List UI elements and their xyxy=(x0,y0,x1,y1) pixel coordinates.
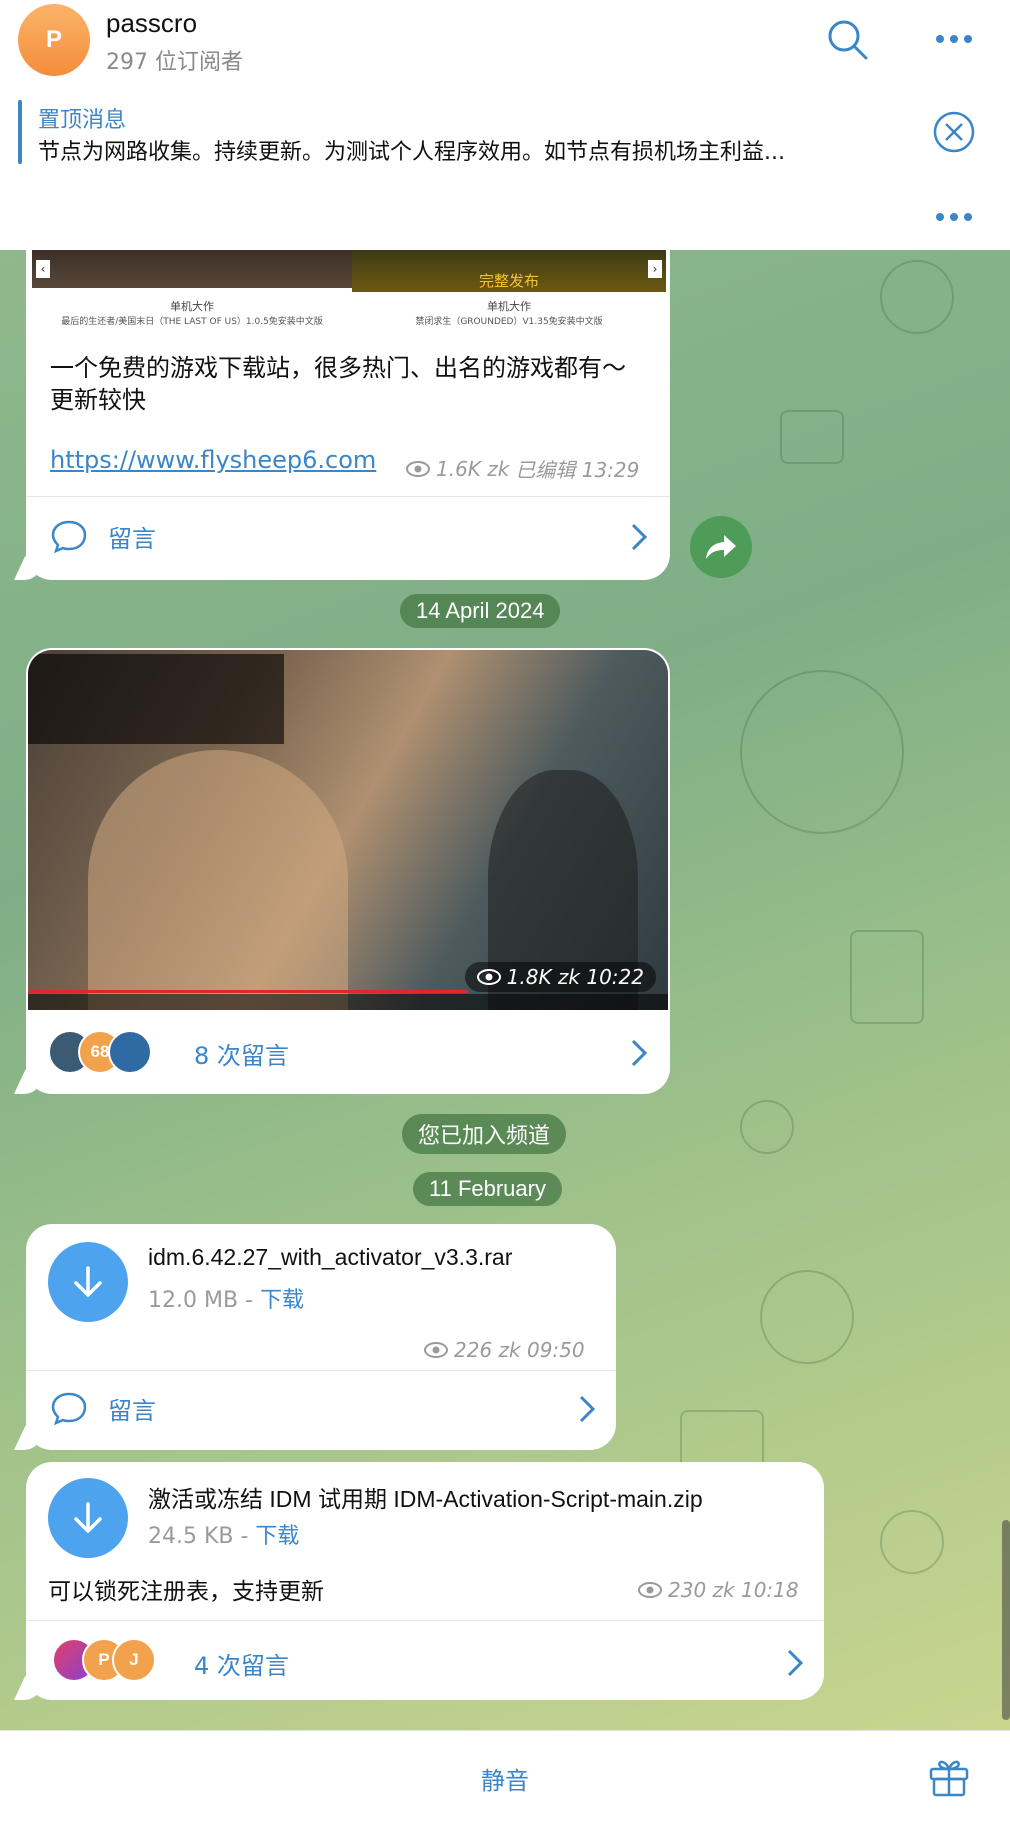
search-icon[interactable] xyxy=(826,18,870,66)
more-options-icon[interactable] xyxy=(934,208,974,227)
scroll-indicator[interactable] xyxy=(1002,1520,1010,1720)
download-arrow-icon xyxy=(74,1266,102,1297)
post-3-comments[interactable]: 留言 xyxy=(50,1390,156,1426)
post-4-filename[interactable]: 激活或冻结 IDM 试用期 IDM-Activation-Script-main… xyxy=(148,1480,818,1514)
channel-avatar[interactable]: P xyxy=(18,4,90,76)
post-4-comment-label: 4 次留言 xyxy=(194,1652,289,1680)
thumb-left-caption: 最后的生还者/美国末日（THE LAST OF US）1.0.5免安装中文版 xyxy=(61,317,323,327)
views-icon xyxy=(638,1582,662,1598)
secondary-toolbar xyxy=(0,176,1010,250)
chevron-right-icon[interactable]: › xyxy=(648,260,662,278)
views-icon xyxy=(476,969,501,985)
post-4-meta: 230 zk 10:18 xyxy=(638,1578,799,1602)
post-1-body: 一个免费的游戏下载站，很多热门、出名的游戏都有～更新较快 xyxy=(50,354,626,414)
chevron-right-icon[interactable] xyxy=(786,1648,804,1682)
views-icon xyxy=(424,1342,448,1358)
message-post-2: 1.8K zk 10:22 68 8 次留言 xyxy=(14,648,670,1094)
pinned-indicator xyxy=(18,100,22,164)
post-4-download-link[interactable]: 下载 xyxy=(255,1524,299,1549)
channel-name[interactable]: passcro xyxy=(106,8,197,39)
post-4-filesize: 24.5 KB - 下载 xyxy=(148,1524,300,1549)
video-thumbnail[interactable]: 1.8K zk 10:22 xyxy=(28,650,668,1010)
message-post-3: idm.6.42.27_with_activator_v3.3.rar 12.0… xyxy=(14,1224,616,1450)
thumb-left-brand: 单机大作 xyxy=(170,300,214,313)
post-2-views-time: 1.8K zk 10:22 xyxy=(506,965,644,989)
date-separator-2: 11 February xyxy=(413,1172,562,1206)
bottom-bar: 静音 xyxy=(0,1730,1010,1821)
date-separator: 14 April 2024 xyxy=(400,594,561,628)
mute-button[interactable]: 静音 xyxy=(0,1761,1010,1796)
thumb-right-brand: 单机大作 xyxy=(487,300,531,313)
thumb-right[interactable]: 完整发布 › 单机大作 禁闭求生（GROUNDED）V1.35免安装中文版 xyxy=(352,250,666,334)
download-arrow-icon xyxy=(74,1502,102,1533)
commenter-avatar-3 xyxy=(108,1030,152,1074)
post-1-link[interactable]: https://www.flysheep6.com xyxy=(50,446,376,474)
post-3-filesize: 12.0 MB - 下载 xyxy=(148,1288,304,1313)
forward-icon xyxy=(706,535,736,559)
pinned-title: 置顶消息 xyxy=(38,108,127,133)
chevron-right-icon[interactable] xyxy=(630,522,648,556)
gift-icon[interactable] xyxy=(926,1753,972,1803)
post-3-filename[interactable]: idm.6.42.27_with_activator_v3.3.rar xyxy=(148,1244,512,1271)
more-icon[interactable] xyxy=(934,30,974,49)
forward-button[interactable] xyxy=(690,516,752,578)
post-2-meta: 1.8K zk 10:22 xyxy=(464,962,656,992)
person-left xyxy=(88,750,348,1010)
video-controls[interactable] xyxy=(28,994,668,1010)
thumb-left[interactable]: ‹ 单机大作 最后的生还者/美国末日（THE LAST OF US）1.0.5免… xyxy=(32,250,352,334)
thumb-right-caption: 禁闭求生（GROUNDED）V1.35免安装中文版 xyxy=(415,317,603,327)
post-4-body: 可以锁死注册表，支持更新 xyxy=(48,1579,324,1605)
download-button[interactable] xyxy=(48,1242,128,1322)
pinned-text: 节点为网路收集。持续更新。为测试个人程序效用。如节点有损机场主利益... xyxy=(38,140,785,165)
post-3-meta: 226 zk 09:50 xyxy=(424,1338,585,1362)
message-post-4: 激活或冻结 IDM 试用期 IDM-Activation-Script-main… xyxy=(14,1462,824,1700)
post-3-comment-label: 留言 xyxy=(108,1396,156,1425)
progress-bar[interactable] xyxy=(28,990,468,993)
post-4-comments[interactable]: 4 次留言 xyxy=(194,1646,289,1681)
close-pinned-icon[interactable] xyxy=(932,110,976,158)
chevron-right-icon[interactable] xyxy=(630,1038,648,1072)
post-4-views-time: 230 zk 10:18 xyxy=(668,1578,799,1602)
comment-icon xyxy=(51,520,87,554)
post-2-comment-label: 8 次留言 xyxy=(194,1042,289,1070)
post-1-meta: 1.6K zk 已编辑 13:29 xyxy=(406,454,639,483)
post-1-comment-label: 留言 xyxy=(108,524,156,553)
chevron-right-icon[interactable] xyxy=(578,1394,596,1428)
message-post-1: ‹ 单机大作 最后的生还者/美国末日（THE LAST OF US）1.0.5免… xyxy=(14,250,670,580)
join-notice: 您已加入频道 xyxy=(402,1114,567,1154)
stats-overlay xyxy=(28,654,284,744)
post-1-views: 1.6K zk xyxy=(436,456,510,481)
post-1-comments[interactable]: 留言 xyxy=(50,518,156,554)
post-2-comments[interactable]: 8 次留言 xyxy=(194,1036,289,1071)
comment-icon xyxy=(51,1392,87,1426)
chevron-left-icon[interactable]: ‹ xyxy=(36,260,50,278)
download-button[interactable] xyxy=(48,1478,128,1558)
post-3-download-link[interactable]: 下载 xyxy=(260,1288,304,1313)
post-1-edited-time: 已编辑 13:29 xyxy=(515,458,640,482)
commenter-avatar-3: J xyxy=(112,1638,156,1682)
channel-header: P passcro 297 位订阅者 xyxy=(0,0,1010,89)
views-icon xyxy=(406,460,430,477)
pinned-message[interactable]: 置顶消息 节点为网路收集。持续更新。为测试个人程序效用。如节点有损机场主利益..… xyxy=(0,88,1010,177)
post-3-views-time: 226 zk 09:50 xyxy=(454,1338,585,1362)
thumb-right-banner: 完整发布 xyxy=(478,272,539,290)
subscriber-count: 297 位订阅者 xyxy=(106,50,243,75)
